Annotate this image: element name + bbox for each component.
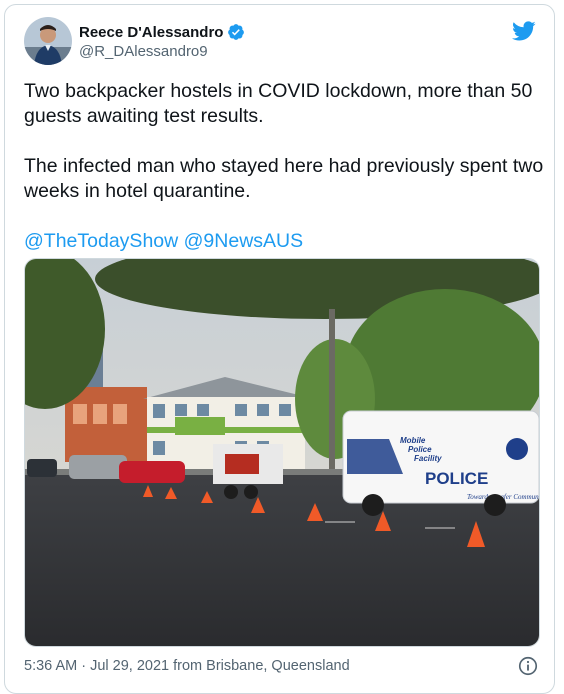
photo-scene: Mobile Police Facility POLICE Towards a … xyxy=(25,259,539,646)
author-name-row: Reece D'Alessandro xyxy=(79,23,245,41)
tweet-timestamp[interactable]: 5:36 AM · Jul 29, 2021 from Brisbane, Qu… xyxy=(24,658,350,674)
mention-link-today-show[interactable]: @TheTodayShow xyxy=(24,230,178,252)
mention-link-9news[interactable]: @9NewsAUS xyxy=(184,230,304,252)
van-text-police: Police xyxy=(408,445,432,454)
van-text-facility: Facility xyxy=(414,454,442,463)
van-text-main: POLICE xyxy=(425,469,488,488)
tweet-paragraph-2: The infected man who stayed here had pre… xyxy=(24,155,544,202)
tweet-text: Two backpacker hostels in COVID lockdown… xyxy=(24,79,544,254)
twitter-bird-icon[interactable] xyxy=(512,19,536,43)
tweet-photo[interactable]: Mobile Police Facility POLICE Towards a … xyxy=(24,258,540,647)
display-name[interactable]: Reece D'Alessandro xyxy=(79,24,223,41)
verified-badge-icon xyxy=(228,24,245,40)
tweet-paragraph-1: Two backpacker hostels in COVID lockdown… xyxy=(24,80,533,127)
author-handle[interactable]: @R_DAlessandro9 xyxy=(79,43,208,60)
tweet-mentions: @TheTodayShow @9NewsAUS xyxy=(24,229,544,254)
avatar[interactable] xyxy=(24,17,72,65)
van-text-mobile: Mobile xyxy=(400,436,426,445)
tweet-card: Reece D'Alessandro @R_DAlessandro9 Two b… xyxy=(4,4,555,694)
info-icon[interactable] xyxy=(517,655,539,677)
